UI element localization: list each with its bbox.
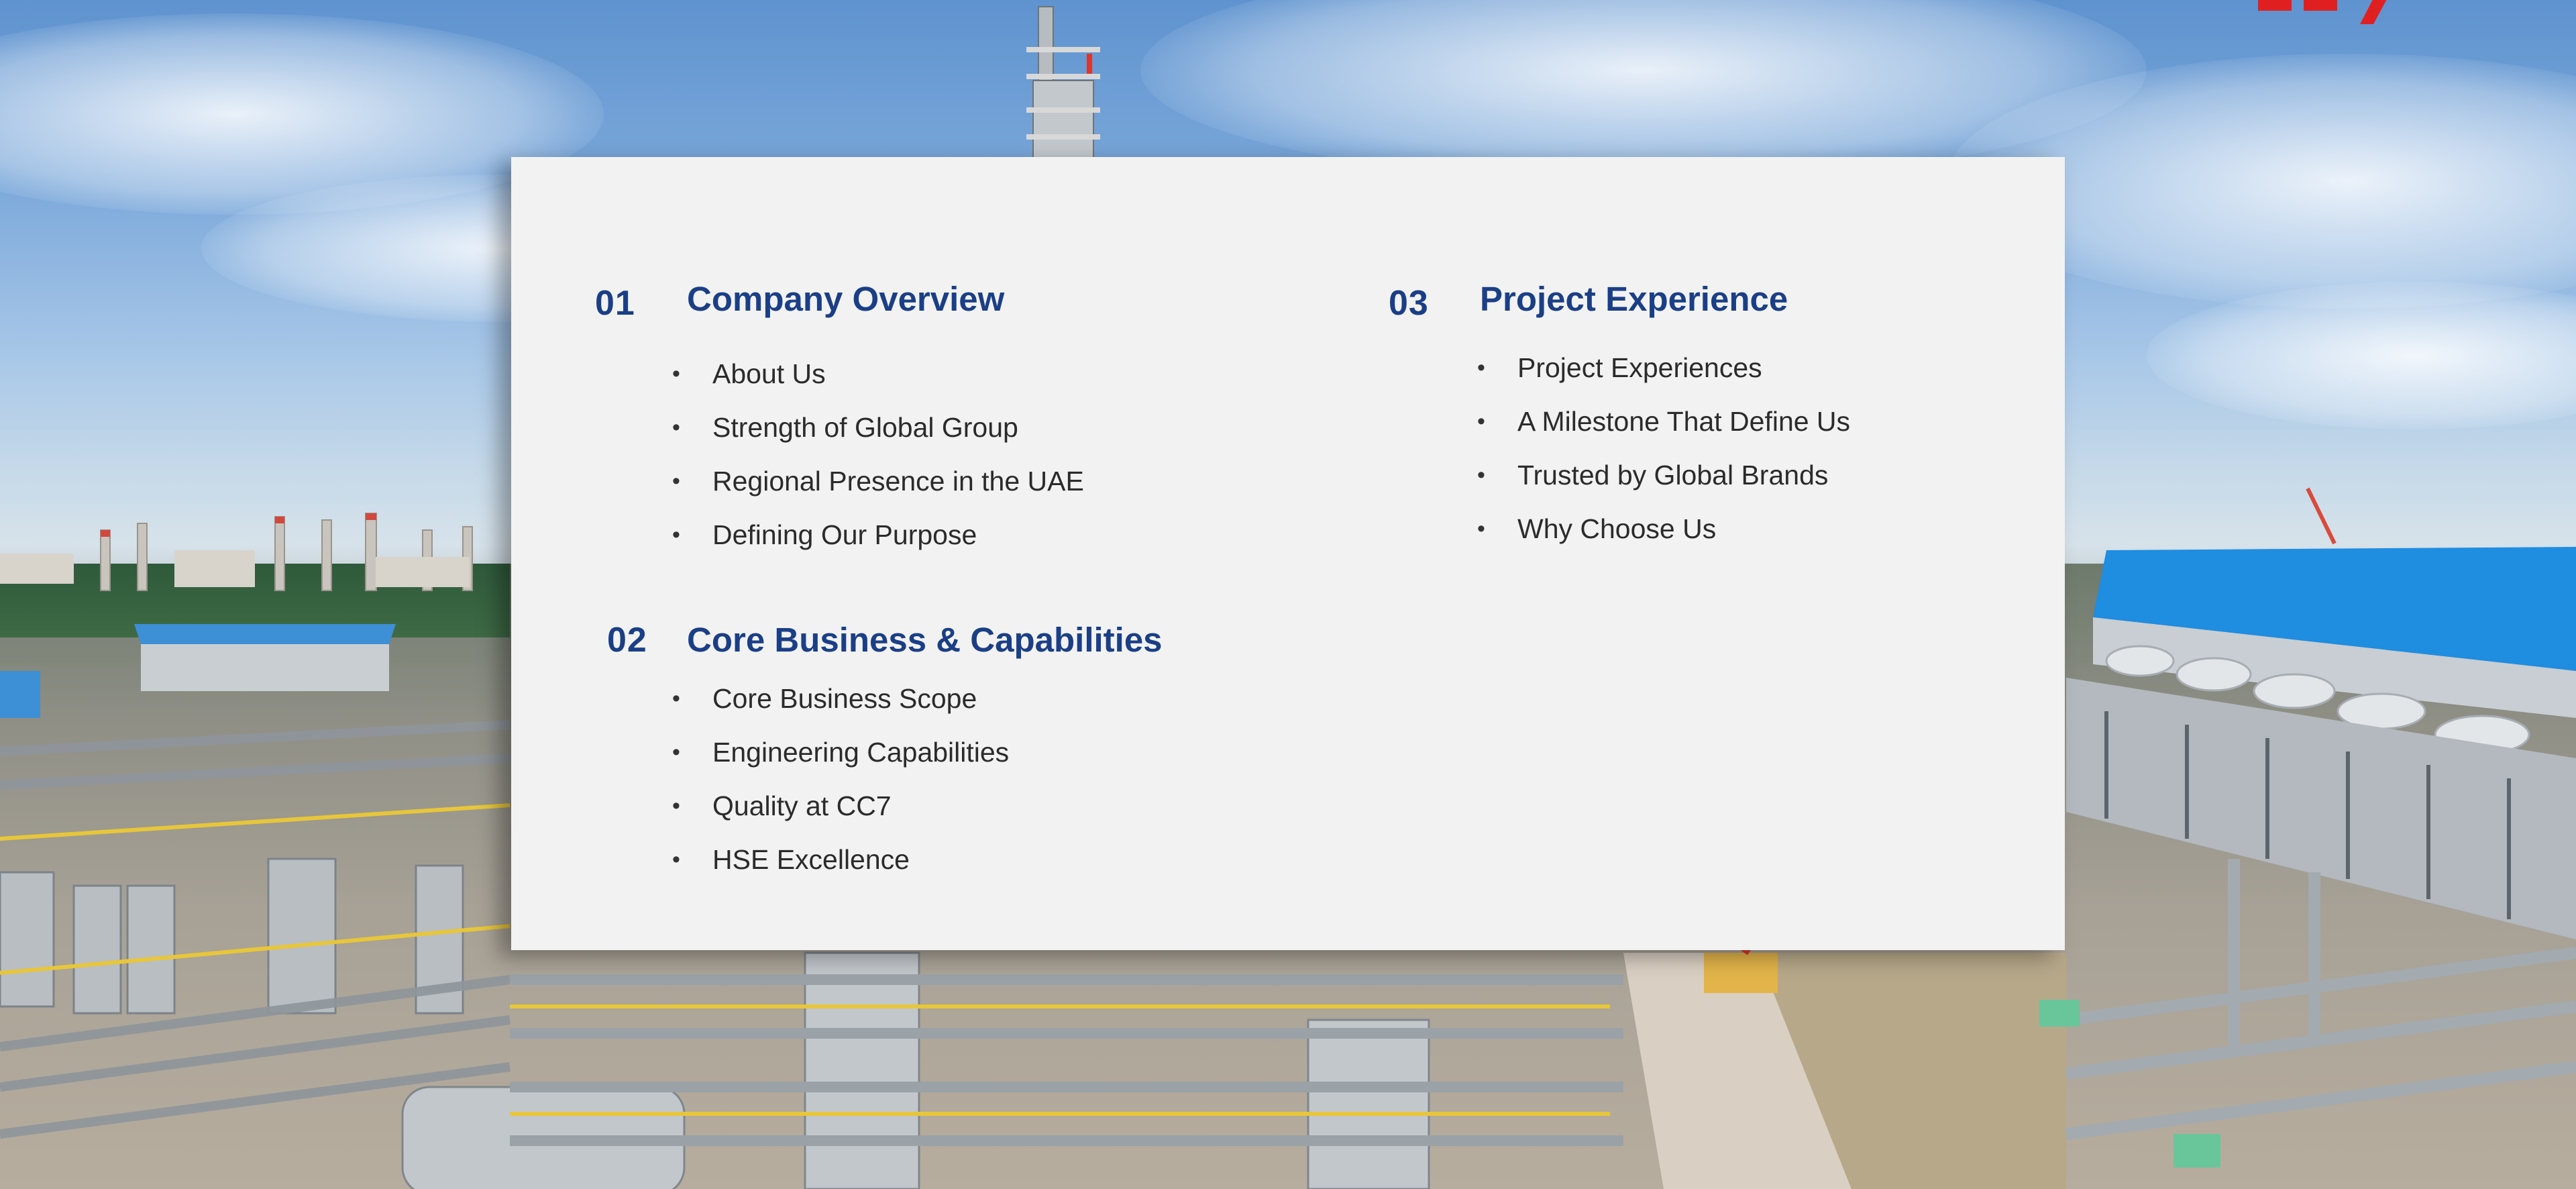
agenda-panel: 01 Company Overview • About Us • Strength …: [511, 157, 2065, 950]
list-item: • Regional Presence in the UAE: [672, 454, 1084, 508]
section-number: 02: [607, 621, 647, 660]
list-item: • HSE Excellence: [672, 833, 1009, 886]
list-item: • Defining Our Purpose: [672, 508, 1084, 562]
bullet-icon: •: [1477, 355, 1485, 380]
list-item: • Why Choose Us: [1477, 502, 1850, 556]
bullet-icon: •: [672, 522, 680, 548]
section-item-list: • Project Experiences • A Milestone That D…: [1477, 341, 1850, 556]
section-number: 01: [595, 284, 635, 323]
slide: 01 Company Overview • About Us • Strength …: [0, 0, 2576, 1189]
list-item: • Engineering Capabilities: [672, 725, 1009, 779]
section-item-list: • Core Business Scope • Engineering Capabi…: [672, 672, 1009, 886]
list-item: • About Us: [672, 347, 1084, 401]
section-title: Company Overview: [687, 280, 1005, 318]
list-item: • Quality at CC7: [672, 779, 1009, 833]
bullet-icon: •: [672, 793, 680, 819]
bullet-icon: •: [1477, 516, 1485, 541]
bullet-icon: •: [1477, 409, 1485, 434]
section-item-list: • About Us • Strength of Global Group • Reg…: [672, 347, 1084, 562]
bullet-icon: •: [672, 468, 680, 494]
list-item: • Project Experiences: [1477, 341, 1850, 395]
bullet-icon: •: [672, 739, 680, 765]
bullet-icon: •: [1477, 462, 1485, 488]
list-item: • Strength of Global Group: [672, 401, 1084, 454]
cc7-logo: [2258, 0, 2387, 24]
section-title: Project Experience: [1480, 280, 1788, 318]
distillation-tower-illustration: [1026, 6, 1100, 161]
bullet-icon: •: [672, 686, 680, 711]
bullet-icon: •: [672, 847, 680, 872]
list-item: • A Milestone That Define Us: [1477, 395, 1850, 448]
section-title: Core Business & Capabilities: [687, 621, 1163, 659]
list-item: • Trusted by Global Brands: [1477, 448, 1850, 502]
bullet-icon: •: [672, 415, 680, 440]
bullet-icon: •: [672, 361, 680, 386]
section-number: 03: [1389, 284, 1429, 323]
list-item: • Core Business Scope: [672, 672, 1009, 725]
